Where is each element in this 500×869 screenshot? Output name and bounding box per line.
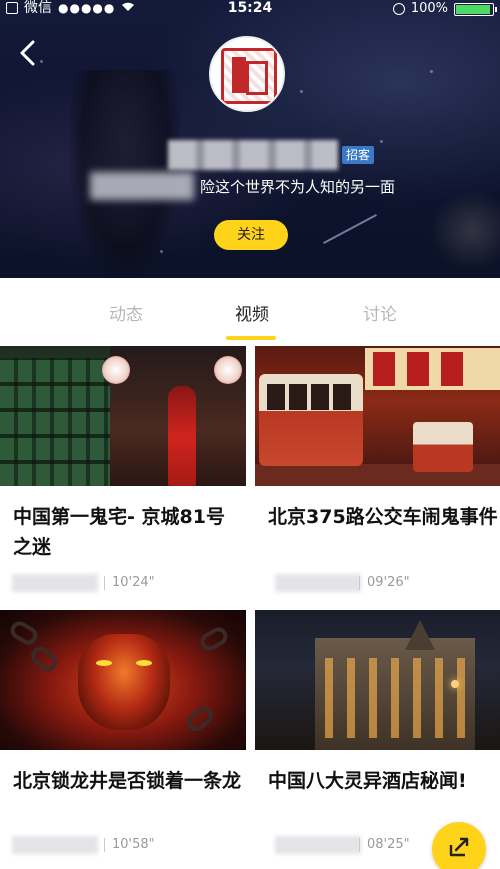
thumbnail-hotel-building <box>315 638 475 750</box>
header-streak <box>323 214 377 244</box>
video-duration: 08'25" <box>367 837 410 852</box>
video-thumbnail[interactable] <box>0 610 246 750</box>
meta-separator <box>359 576 360 590</box>
thumbnail-chain <box>7 618 41 648</box>
thumbnail-figure <box>168 386 196 486</box>
thumbnail-chain <box>183 703 217 735</box>
profile-header: 微信 ●●●●● 15:24 100% 招客 险这个世界不为人知的另一面 关注 <box>0 0 500 278</box>
tab-videos[interactable]: 视频 <box>212 300 292 325</box>
header-rock <box>430 190 500 270</box>
thumbnail-chain <box>27 643 61 675</box>
video-card[interactable]: 北京375路公交车闹鬼事件 09'26" <box>255 346 500 608</box>
battery-icon <box>454 2 497 16</box>
meta-separator <box>104 838 105 852</box>
status-right: 100% <box>392 1 497 17</box>
thumbnail-dragon-face <box>78 634 170 730</box>
meta-separator <box>104 576 105 590</box>
video-card[interactable]: 北京锁龙井是否锁着一条龙 10'58" <box>0 610 246 869</box>
thumbnail-bus <box>259 374 363 466</box>
back-button[interactable] <box>18 40 48 70</box>
video-title[interactable]: 中国第一鬼宅- 京城81号之迷 <box>13 502 243 562</box>
author-redacted <box>12 574 98 592</box>
thumbnail-hotel-tower <box>405 620 435 650</box>
video-card[interactable]: 中国第一鬼宅- 京城81号之迷 10'24" <box>0 346 246 608</box>
video-duration: 10'58" <box>112 837 155 852</box>
bio-redacted <box>90 172 194 200</box>
thumbnail-lantern <box>102 356 130 384</box>
thumbnail-dragon-eye <box>136 660 152 666</box>
share-icon <box>449 837 469 857</box>
thumbnail-lantern <box>214 356 242 384</box>
video-title[interactable]: 北京375路公交车闹鬼事件 <box>268 502 498 532</box>
star-speck <box>300 90 303 93</box>
thumbnail-bus <box>413 422 473 472</box>
battery-percent: 100% <box>410 1 448 16</box>
profile-bio: 险这个世界不为人知的另一面 <box>200 178 396 196</box>
video-thumbnail[interactable] <box>255 610 500 750</box>
status-bar: 微信 ●●●●● 15:24 100% <box>0 0 500 16</box>
meta-separator <box>359 838 360 852</box>
tab-active-indicator <box>226 336 276 340</box>
video-title[interactable]: 北京锁龙井是否锁着一条龙 <box>13 766 243 796</box>
avatar[interactable] <box>209 36 285 112</box>
video-duration: 10'24" <box>112 575 155 590</box>
author-redacted <box>12 836 98 854</box>
video-thumbnail[interactable] <box>255 346 500 486</box>
tab-discussion[interactable]: 讨论 <box>340 300 420 325</box>
video-title[interactable]: 中国八大灵异酒店秘闻! <box>268 766 498 796</box>
video-thumbnail[interactable] <box>0 346 246 486</box>
username-redacted <box>168 140 338 170</box>
follow-button[interactable]: 关注 <box>214 220 288 250</box>
rotation-lock-icon <box>392 3 405 15</box>
star-speck <box>430 70 433 73</box>
share-button[interactable] <box>432 822 486 869</box>
thumbnail-route-sign <box>365 348 500 390</box>
chevron-left-icon <box>20 40 35 66</box>
star-speck <box>380 140 383 143</box>
user-badge: 招客 <box>342 146 375 164</box>
avatar-seal-image <box>221 48 277 104</box>
thumbnail-chain <box>197 624 231 654</box>
tab-dynamics[interactable]: 动态 <box>86 300 166 325</box>
thumbnail-building <box>0 358 110 486</box>
author-redacted <box>275 836 361 854</box>
tab-bar: 动态 视频 讨论 <box>0 278 500 344</box>
thumbnail-dragon-eye <box>96 660 112 666</box>
author-redacted <box>275 574 361 592</box>
video-duration: 09'26" <box>367 575 410 590</box>
battery-fill <box>456 4 490 14</box>
thumbnail-street-light <box>451 680 459 688</box>
